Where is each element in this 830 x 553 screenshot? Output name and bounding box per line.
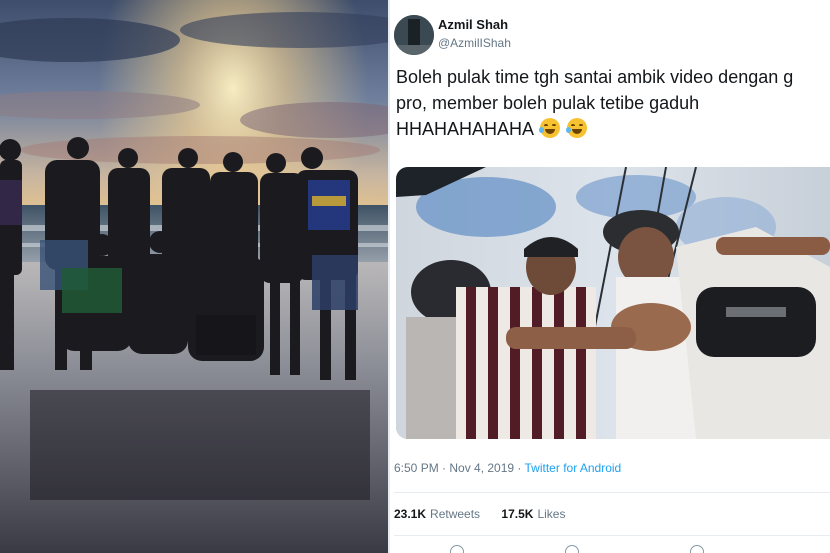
tweet-text-line-last: HHAHAHAHAHA — [396, 116, 830, 142]
tweet-text-laugh: HHAHAHAHAHA — [396, 119, 534, 139]
likes-stat[interactable]: 17.5K Likes — [501, 507, 565, 521]
retweet-icon[interactable] — [565, 545, 579, 553]
avatar[interactable] — [394, 15, 434, 55]
tears-of-joy-emoji-icon — [566, 118, 588, 138]
tweet-text-line: Boleh pulak time tgh santai ambik video … — [396, 67, 794, 87]
display-name[interactable]: Azmil Shah — [438, 17, 508, 32]
beach-group-photo — [0, 0, 388, 553]
tweet-text: Boleh pulak time tgh santai ambik video … — [396, 64, 830, 142]
like-icon[interactable] — [690, 545, 704, 553]
user-handle[interactable]: @AzmilIShah — [438, 36, 511, 50]
divider-line — [394, 535, 830, 536]
tweet-source-link[interactable]: Twitter for Android — [525, 461, 622, 475]
divider-line — [394, 492, 830, 493]
retweets-count: 23.1K — [394, 507, 427, 521]
tears-of-joy-emoji-icon — [539, 118, 561, 138]
reply-icon[interactable] — [450, 545, 464, 553]
tweet-stats: 23.1K Retweets 17.5K Likes — [394, 507, 565, 521]
tweet-meta: 6:50 PM · Nov 4, 2019 · Twitter for Andr… — [394, 461, 621, 475]
tweet-text-line: pro, member boleh pulak tetibe gaduh — [396, 93, 700, 113]
tweet-media-video[interactable] — [396, 167, 830, 439]
tweet-card: Azmil Shah @AzmilIShah Boleh pulak time … — [390, 0, 830, 553]
retweets-label: Retweets — [430, 507, 481, 521]
likes-label: Likes — [537, 507, 566, 521]
tweet-timestamp[interactable]: 6:50 PM · Nov 4, 2019 · — [394, 461, 525, 475]
retweets-stat[interactable]: 23.1K Retweets — [394, 507, 480, 521]
likes-count: 17.5K — [501, 507, 534, 521]
tweet-actions — [450, 545, 770, 553]
